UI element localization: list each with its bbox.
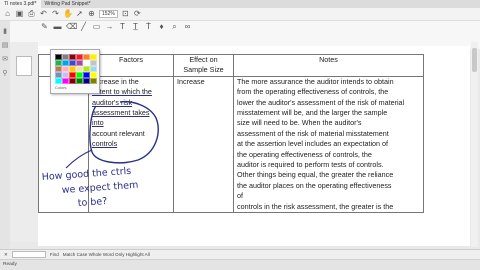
typewriter-icon[interactable]: T [118,22,127,32]
table-cell-notes: The more assurance the auditor intends t… [233,75,424,214]
redo-icon[interactable]: ↷ [51,9,60,19]
arrow-icon[interactable]: → [105,22,114,32]
color-swatch[interactable] [90,78,97,84]
eraser-icon[interactable]: ⌫ [66,22,77,32]
factors-line: controls [92,139,118,149]
highlighter-icon[interactable]: ▬ [53,22,62,32]
save-icon[interactable]: ▣ [15,9,24,19]
color-swatch[interactable] [76,78,83,84]
notes-line: Other things being equal, the greater th… [237,170,394,180]
factors-line: auditor's risk [92,97,133,107]
close-icon[interactable]: ✕ [4,252,8,258]
notes-line: The more assurance the auditor intends t… [237,76,394,86]
notes-line: assessment of the risk of material misst… [237,128,389,138]
tab-document[interactable]: TI notes 3.pdf* [0,0,41,8]
notes-line: of [237,191,243,201]
main-toolbar: ⌂ ▣ ⎙ ↶ ↷ ✋ ➚ ⊕ 152% ⊡ ⟳ [0,8,480,21]
attachments-icon[interactable]: ⚲ [2,69,7,77]
pen-icon[interactable]: ✎ [40,22,49,32]
status-bar: Ready [0,259,480,270]
fit-page-icon[interactable]: ⊡ [121,9,130,19]
find-options[interactable]: Match Case Whole Word Only Highlight All [63,252,150,257]
table-header-factors: Factors [88,54,174,77]
text-box-icon[interactable]: T̲ [131,22,140,32]
notes-line: size will need to be. When the auditor's [237,118,362,128]
zoom-select[interactable]: 152% [99,10,118,18]
notes-line: auditor is required to perform tests of … [237,160,384,170]
bookmark-icon[interactable]: ▮ [3,27,7,35]
color-swatch[interactable] [83,78,90,84]
factors-line: extent to which the [92,87,152,97]
thumbnails-icon[interactable]: ▤ [2,41,9,49]
select-tool-icon[interactable]: ➚ [75,9,84,19]
table-header-notes: Notes [233,54,424,77]
callout-icon[interactable]: Ṫ [144,22,153,32]
table-row: increase in the extent to which the audi… [38,75,424,214]
find-input[interactable] [11,251,46,258]
document-page: Factors Effect on Sample Size Notes incr… [38,46,470,246]
color-swatch-grid [55,54,97,84]
color-swatch[interactable] [69,78,76,84]
scrollbar-thumb[interactable] [472,48,477,72]
page-thumbnails-panel [10,42,38,242]
notes-line: lower the auditor's assessment of the ri… [237,97,405,107]
drawing-toolbar: ✎ ▬ ⌫ ╱ ▭ → T T̲ Ṫ ♦ ⌕ ∞ [0,21,480,49]
link-icon[interactable]: ∞ [183,22,192,32]
tab-writing-pad[interactable]: Writing Pad Snippet* [41,0,95,8]
factors-line: assessment takes [92,108,150,118]
pdf-editor-window: TI notes 3.pdf* Writing Pad Snippet* ⌂ ▣… [0,0,480,270]
table-header-effect: Effect on Sample Size [173,54,234,77]
page-thumbnail[interactable] [16,56,32,76]
zoom-in-icon[interactable]: ⊕ [87,9,96,19]
attach-icon[interactable]: ⌕ [170,22,179,32]
notes-line: misstatement will be, and the larger the… [237,108,388,118]
notes-line: controls in the risk assessment, the gre… [237,201,394,211]
stamp-icon[interactable]: ♦ [157,22,166,32]
color-popup-label[interactable]: Colors [55,85,67,90]
comments-icon[interactable]: ✉ [2,55,8,63]
color-picker-popup: Colors [50,49,100,94]
find-bar: ✕ Find Match Case Whole Word Only Highli… [0,249,480,259]
color-swatch[interactable] [62,78,69,84]
left-rail: ▮ ▤ ✉ ⚲ [0,21,10,249]
tab-strip: TI notes 3.pdf* Writing Pad Snippet* [0,0,480,8]
factors-line: increase in the [92,76,139,86]
undo-icon[interactable]: ↶ [39,9,48,19]
find-label: Find [49,252,59,257]
color-swatch[interactable] [55,78,62,84]
notes-line: the operating effectiveness of controls,… [237,149,372,159]
notes-line: the auditor places on the operating effe… [237,180,392,190]
vertical-scrollbar[interactable] [471,42,478,247]
factors-line: account relevant [92,128,145,138]
home-icon[interactable]: ⌂ [3,9,12,19]
notes-line: at the assertion level includes an expec… [237,139,389,149]
hand-tool-icon[interactable]: ✋ [63,9,73,19]
table-cell-factors: increase in the extent to which the audi… [88,75,174,214]
shape-icon[interactable]: ▭ [92,22,101,32]
rotate-icon[interactable]: ⟳ [133,9,142,19]
table-cell-effect: Increase [173,75,234,214]
notes-line: from the operating effectiveness of cont… [237,87,389,97]
print-icon[interactable]: ⎙ [27,9,36,19]
table-cell-blank [38,75,89,214]
line-icon[interactable]: ╱ [79,22,88,32]
factors-line: into [92,118,104,128]
